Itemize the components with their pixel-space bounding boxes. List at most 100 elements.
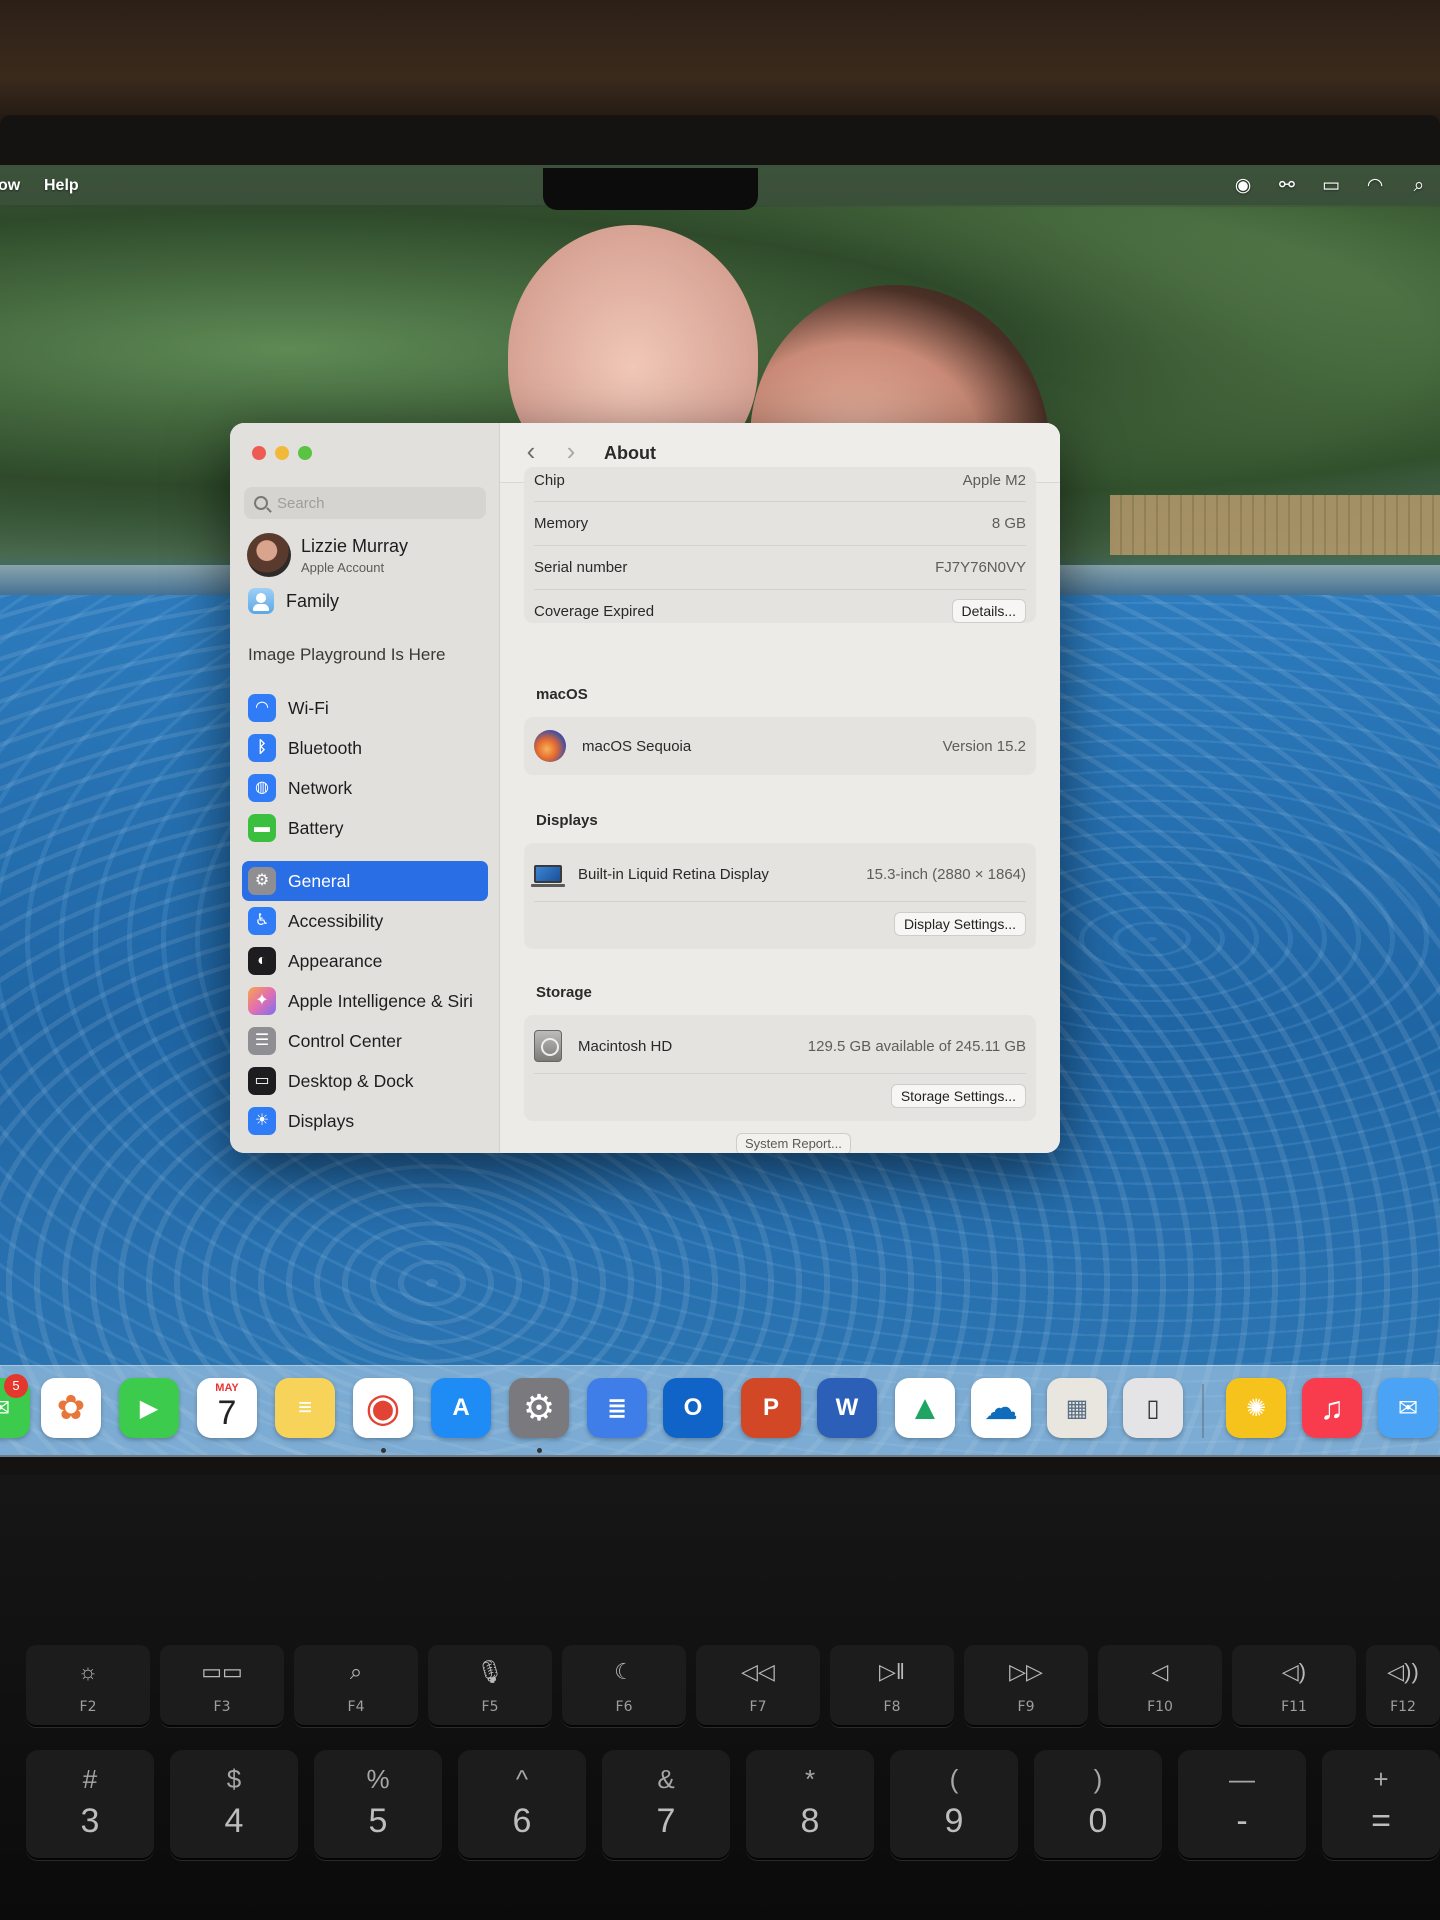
chip-row: Chip Apple M2 [534, 459, 1026, 501]
serial-number-value: FJ7Y76N0VY [935, 558, 1026, 576]
macos-card: macOS Sequoia Version 15.2 [524, 717, 1036, 775]
dock-app-tips[interactable]: ✺ [1226, 1378, 1286, 1438]
dock-app-facetime[interactable]: ▶ [119, 1378, 179, 1438]
zoom-window-button[interactable] [298, 446, 312, 460]
key-f7[interactable]: ◁◁ F7 [696, 1645, 820, 1727]
minimize-window-button[interactable] [275, 446, 289, 460]
sidebar-item-wifi[interactable]: ◠ Wi-Fi [242, 688, 488, 728]
key-0[interactable]: ) 0 [1034, 1750, 1162, 1860]
screen-sharing-icon[interactable]: ◉ [1230, 173, 1256, 199]
serial-number-label: Serial number [534, 558, 628, 576]
key-f9[interactable]: ▷▷ F9 [964, 1645, 1088, 1727]
display-name: Built-in Liquid Retina Display [578, 865, 769, 883]
accessibility-icon: ♿ [248, 907, 276, 935]
storage-name: Macintosh HD [578, 1037, 673, 1055]
music-icon: ♫ [1320, 1389, 1344, 1426]
sidebar-item-network[interactable]: ◍ Network [242, 768, 488, 808]
sidebar-item-accessibility[interactable]: ♿ Accessibility [242, 901, 488, 941]
memory-label: Memory [534, 514, 589, 532]
key-4[interactable]: $4 [170, 1750, 298, 1860]
dock-app-system-settings[interactable]: ⚙ [509, 1378, 569, 1438]
coverage-row: Coverage Expired Details... [534, 590, 1026, 632]
image-playground-promo[interactable]: Image Playground Is Here [248, 645, 446, 665]
appearance-icon: ◐ [248, 947, 276, 975]
dock-app-onedrive[interactable]: ☁ [971, 1378, 1031, 1438]
key-minus[interactable]: — - [1178, 1750, 1306, 1860]
key-f11[interactable]: ◁) F11 [1232, 1645, 1356, 1727]
sidebar-item-family[interactable]: Family [248, 588, 339, 614]
key-equals[interactable]: + = [1322, 1750, 1440, 1860]
hard-disk-icon [534, 1030, 562, 1062]
sidebar-item-bluetooth[interactable]: ᛒ Bluetooth [242, 728, 488, 768]
key-f3[interactable]: ▭▭ F3 [160, 1645, 284, 1727]
dock-app-calendar[interactable]: MAY 7 [197, 1378, 257, 1438]
menu-window[interactable]: ow [0, 177, 20, 195]
sidebar-item-battery[interactable]: ▬ Battery [242, 808, 488, 848]
menu-help[interactable]: Help [44, 177, 79, 195]
battery-icon[interactable]: ▭ [1318, 173, 1344, 199]
display-row: Built-in Liquid Retina Display 15.3-inch… [531, 853, 1026, 895]
wifi-icon: ◠ [248, 694, 276, 722]
status-icons: ◉ ⚯ ▭ ◠ ⌕ [1230, 173, 1432, 199]
word-icon: W [835, 1394, 859, 1421]
key-6[interactable]: ^ 6 [458, 1750, 586, 1860]
hardware-info-card: Chip Apple M2 Memory 8 GB Serial number … [524, 467, 1036, 623]
dock-app-google-drive[interactable]: ▲ [895, 1378, 955, 1438]
apple-account-row[interactable]: Lizzie Murray Apple Account [247, 533, 408, 577]
macos-name: macOS Sequoia [582, 737, 692, 755]
sidebar-item-control-center[interactable]: ☰ Control Center [242, 1021, 488, 1061]
key-f6[interactable]: ☾ F6 [562, 1645, 686, 1727]
dock-app-photos[interactable]: ✿ [41, 1378, 101, 1438]
control-center-icon[interactable]: ⚯ [1274, 173, 1300, 199]
key-7[interactable]: & 7 [602, 1750, 730, 1860]
dock-app-app-store[interactable]: A [431, 1378, 491, 1438]
key-f12[interactable]: ◁)) F12 [1366, 1645, 1440, 1727]
key-f2[interactable]: ☼ F2 [26, 1645, 150, 1727]
spotlight-search-icon[interactable]: ⌕ [1406, 173, 1432, 199]
dock-app-word[interactable]: W [817, 1378, 877, 1438]
sidebar-item-appearance[interactable]: ◐ Appearance [242, 941, 488, 981]
dock-app-powerpoint[interactable]: P [741, 1378, 801, 1438]
sidebar-item-label: Displays [288, 1110, 355, 1131]
search-field[interactable] [244, 487, 486, 519]
search-input[interactable] [277, 494, 467, 512]
avatar [247, 533, 291, 577]
dock: 5 ✉ ✿ ▶ MAY 7 ≡ ◉ A ⚙ ≣ O P W ▲ ☁ ▦ ▯ ✺ … [0, 1365, 1440, 1457]
sidebar-item-label: Control Center [288, 1030, 402, 1051]
storage-settings-button[interactable]: Storage Settings... [890, 1084, 1026, 1108]
sidebar-item-label: Desktop & Dock [288, 1070, 414, 1091]
key-8[interactable]: * 8 [746, 1750, 874, 1860]
facetime-icon: ▶ [139, 1394, 159, 1422]
serial-number-row: Serial number FJ7Y76N0VY [534, 546, 1026, 588]
system-report-button[interactable]: System Report... [736, 1133, 851, 1153]
sidebar-item-displays[interactable]: ☀ Displays [242, 1101, 488, 1141]
search-icon: ⌕ [349, 1659, 363, 1684]
dock-app-google-docs[interactable]: ≣ [587, 1378, 647, 1438]
display-settings-button[interactable]: Display Settings... [893, 912, 1026, 936]
dock-app-music[interactable]: ♫ [1302, 1378, 1362, 1438]
key-9[interactable]: (9 [890, 1750, 1018, 1860]
dock-app-notes[interactable]: ≡ [275, 1378, 335, 1438]
coverage-details-button[interactable]: Details... [951, 599, 1026, 623]
dock-app-iphone-mirroring[interactable]: ▯ [1123, 1378, 1183, 1438]
brightness-up-icon: ☼ [77, 1659, 99, 1684]
dock-app-outlook[interactable]: O [663, 1378, 723, 1438]
key-f4[interactable]: ⌕ F4 [294, 1645, 418, 1727]
sidebar-item-desktop-dock[interactable]: ▭ Desktop & Dock [242, 1061, 488, 1101]
dock-app-chrome[interactable]: ◉ [353, 1378, 413, 1438]
sidebar-item-apple-intelligence-siri[interactable]: ✦ Apple Intelligence & Siri [242, 981, 488, 1021]
key-f8[interactable]: ▷‖ F8 [830, 1645, 954, 1727]
key-3[interactable]: #3 [26, 1750, 154, 1860]
dock-app-preview[interactable]: ▦ [1047, 1378, 1107, 1438]
dock-app-mail[interactable]: ✉ [1378, 1378, 1438, 1438]
displays-card: Built-in Liquid Retina Display 15.3-inch… [524, 843, 1036, 949]
displays-icon: ☀ [248, 1107, 276, 1135]
key-5[interactable]: % 5 [314, 1750, 442, 1860]
key-f5[interactable]: 🎙 F5 [428, 1645, 552, 1727]
wifi-icon[interactable]: ◠ [1362, 173, 1388, 199]
key-f10[interactable]: ◁ F10 [1098, 1645, 1222, 1727]
sidebar-item-label: Wi-Fi [288, 697, 329, 718]
close-window-button[interactable] [252, 446, 266, 460]
sidebar-item-general[interactable]: ⚙ General [242, 861, 488, 901]
app-store-icon: A [452, 1394, 470, 1421]
